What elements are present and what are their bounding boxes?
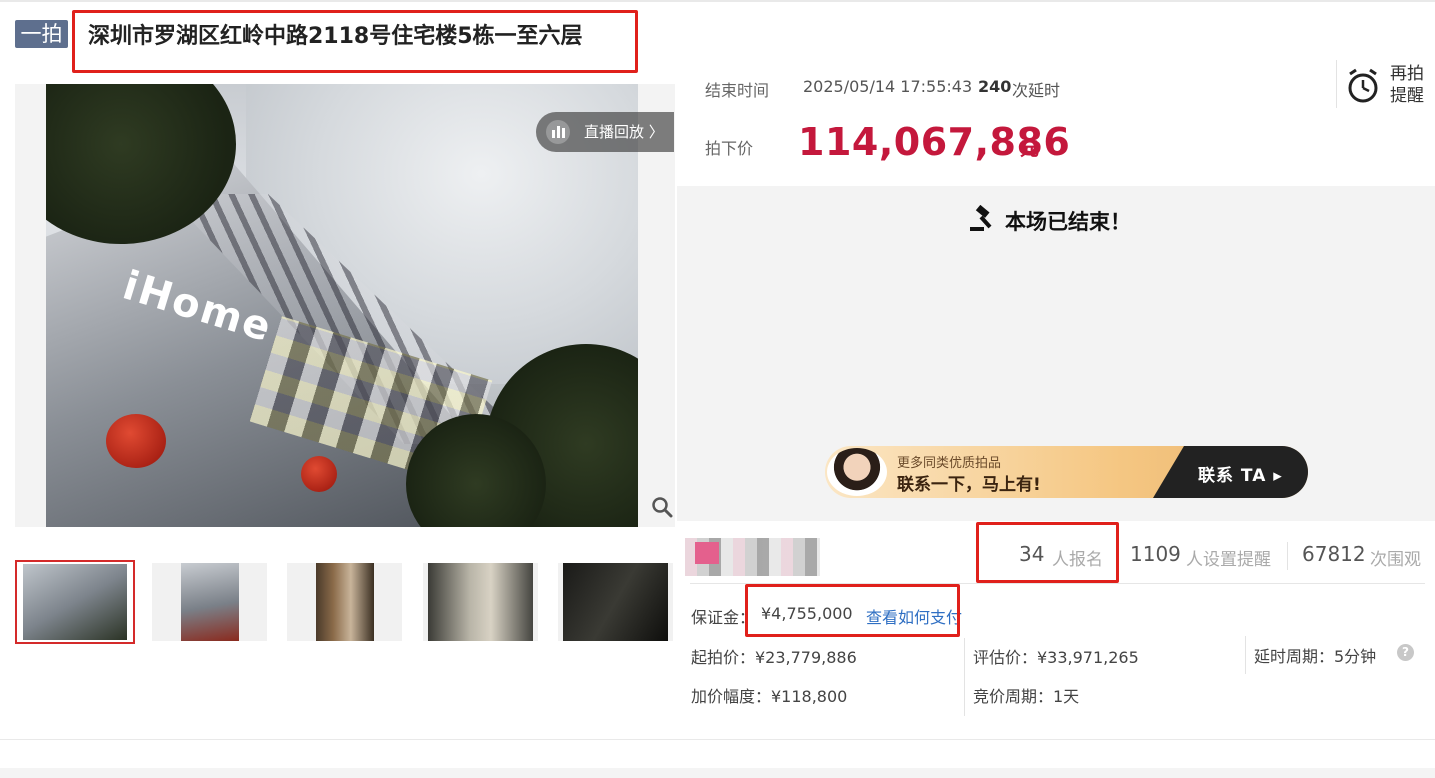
remind-divider xyxy=(1336,60,1337,108)
live-replay-label: 直播回放 〉 xyxy=(584,123,664,141)
remind-button[interactable]: 再拍 提醒 xyxy=(1390,63,1424,107)
help-icon[interactable]: ? xyxy=(1397,644,1414,661)
gavel-icon xyxy=(970,205,992,231)
thumbnail-5[interactable] xyxy=(558,563,673,641)
thumbnail-3[interactable] xyxy=(287,563,402,641)
currency-unit: 元 xyxy=(1020,138,1040,160)
reminder-label: 人设置提醒 xyxy=(1186,550,1271,570)
thumbnail-4[interactable] xyxy=(423,563,538,641)
bottom-divider xyxy=(0,739,1435,740)
bid-cycle: 竞价周期：1天 xyxy=(973,687,1080,706)
appraisal-price: 评估价：¥33,971,265 xyxy=(973,648,1139,667)
auction-ended-text: 本场已结束！ xyxy=(1005,210,1131,234)
reminder-count: 1109 xyxy=(1130,542,1181,566)
chart-bars-icon xyxy=(546,120,570,144)
final-price-label: 拍下价 xyxy=(705,139,754,158)
view-label: 次围观 xyxy=(1370,550,1421,570)
promo-line-2: 联系一下，马上有! xyxy=(897,475,1041,495)
top-divider xyxy=(0,0,1435,2)
details-divider-1 xyxy=(964,638,965,716)
delay-cycle: 延时周期：5分钟 xyxy=(1254,647,1377,666)
thumbnail-1-selected[interactable] xyxy=(15,560,135,644)
title-highlight-box xyxy=(72,10,638,73)
alarm-clock-icon[interactable] xyxy=(1346,68,1380,104)
signup-highlight-box xyxy=(976,522,1119,583)
details-divider-2 xyxy=(1245,636,1246,674)
promo-line-1: 更多同类优质拍品 xyxy=(897,456,1002,471)
live-replay-button[interactable]: 直播回放 〉 xyxy=(536,112,674,152)
magnifier-icon[interactable] xyxy=(651,496,673,518)
remind-line-1: 再拍 xyxy=(1390,64,1424,84)
start-price: 起拍价：¥23,779,886 xyxy=(691,648,857,667)
auction-round-badge: 一拍 xyxy=(15,20,68,48)
remind-line-2: 提醒 xyxy=(1390,86,1424,106)
bid-increment: 加价幅度：¥118,800 xyxy=(691,687,848,706)
contact-ta-button[interactable]: 联系 TA ▸ xyxy=(1198,461,1283,486)
footer-strip xyxy=(0,768,1435,778)
stats-divider xyxy=(1287,542,1288,570)
deposit-highlight-box xyxy=(745,584,960,637)
agent-avatar xyxy=(827,448,887,496)
thumbnail-2[interactable] xyxy=(152,563,267,641)
view-count: 67812 xyxy=(1302,542,1366,566)
main-image-viewer[interactable]: iHome 直播回放 〉 xyxy=(15,84,675,527)
end-time-label: 结束时间 xyxy=(705,81,770,100)
extensions-count: 240 xyxy=(978,77,1012,96)
end-time-value: 2025/05/14 17:55:43 xyxy=(803,77,973,96)
seller-logo-pixelated[interactable] xyxy=(685,538,820,576)
extensions-label: 次延时 xyxy=(1012,81,1061,100)
